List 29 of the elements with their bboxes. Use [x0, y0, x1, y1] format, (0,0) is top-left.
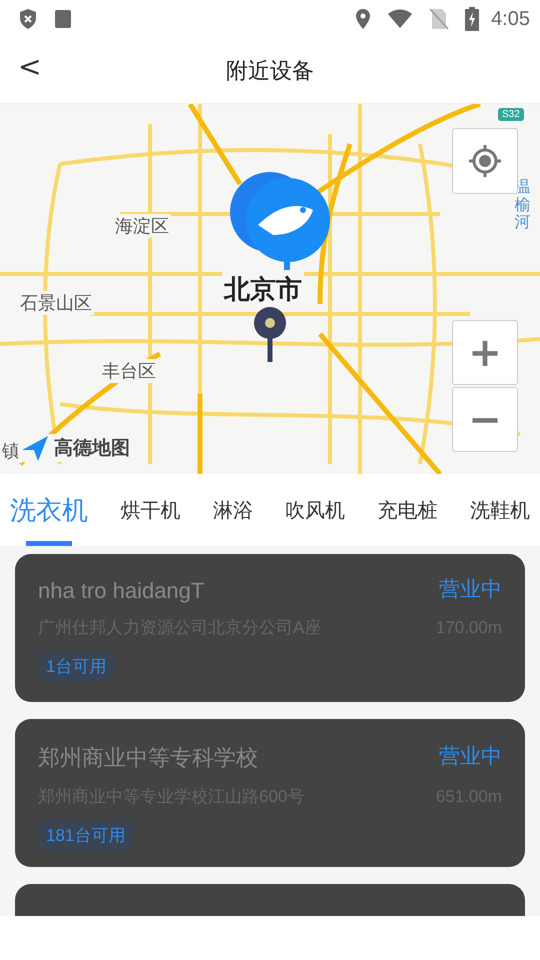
location-pin-icon [253, 306, 287, 362]
shield-icon [18, 8, 38, 30]
map-label: 石景山区 [18, 291, 94, 315]
back-button[interactable]: < [12, 50, 48, 83]
locate-icon [468, 144, 502, 178]
availability-badge: 1台可用 [38, 651, 114, 682]
navigation-arrow-icon [20, 434, 50, 462]
category-tab[interactable]: 烘干机 [114, 474, 186, 546]
store-name: nha tro haidangT [38, 578, 204, 604]
zoom-out-button[interactable]: − [452, 387, 518, 452]
no-sim-icon [429, 8, 450, 30]
category-tab[interactable]: 充电桩 [372, 474, 444, 546]
location-icon [355, 8, 372, 30]
category-tab[interactable]: 吹风机 [279, 474, 352, 546]
store-name: 郑州商业中等专科学校 [38, 744, 258, 772]
status-time: 4:05 [491, 8, 530, 30]
category-tab[interactable]: 淋浴 [206, 474, 259, 546]
open-status: 营业中 [439, 577, 502, 603]
road-sign: S32 [498, 108, 524, 121]
wifi-icon [387, 9, 414, 29]
open-status: 营业中 [439, 744, 502, 770]
map-label: 丰台区 [100, 359, 158, 383]
map-label: 海淀区 [113, 214, 171, 238]
battery-icon [465, 7, 480, 31]
page-title: 附近设备 [226, 56, 314, 84]
category-tab[interactable]: 洗鞋机 [464, 474, 536, 546]
availability-badge: 181台可用 [38, 820, 134, 851]
map-logo-text: 高德地图 [54, 436, 130, 461]
zoom-in-button[interactable]: + [452, 320, 518, 385]
